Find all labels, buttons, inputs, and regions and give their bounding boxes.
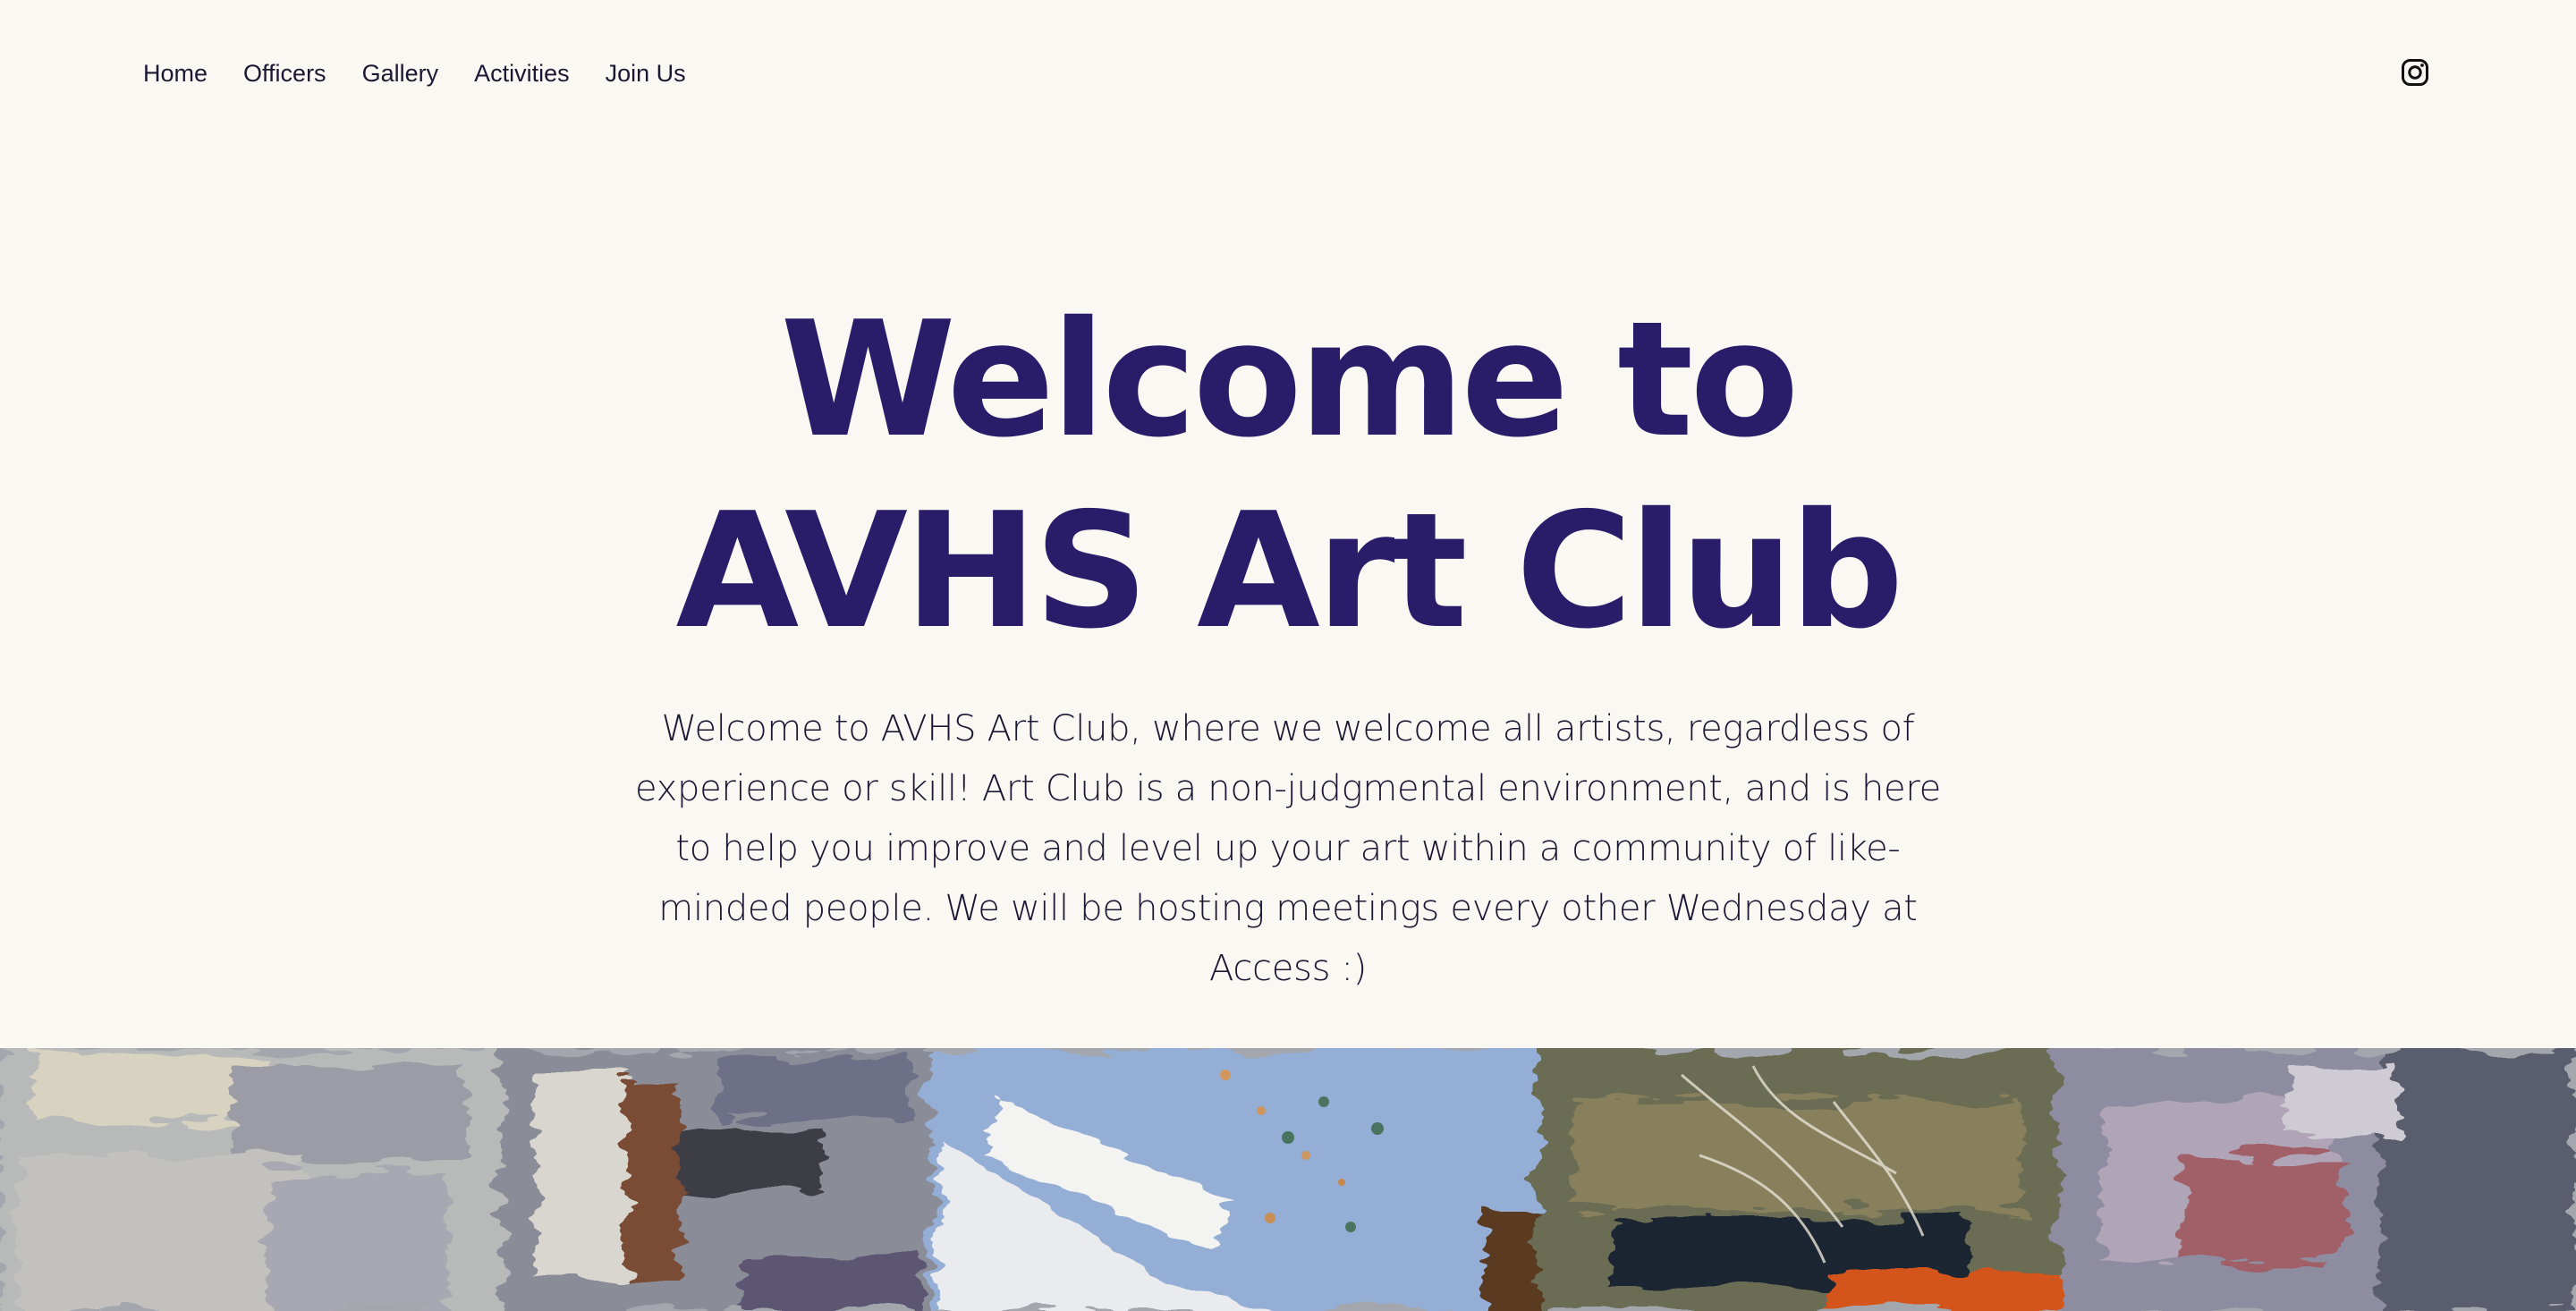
nav-join-us[interactable]: Join Us: [606, 60, 686, 88]
page-title-line-2: AVHS Art Club: [675, 478, 1904, 664]
nav-activities[interactable]: Activities: [474, 60, 570, 88]
instagram-icon[interactable]: [2401, 58, 2429, 87]
nav-gallery[interactable]: Gallery: [362, 60, 439, 88]
main-nav: Home Officers Gallery Activities Join Us: [143, 54, 686, 93]
nav-officers[interactable]: Officers: [243, 60, 326, 88]
welcome-description: Welcome to AVHS Art Club, where we welco…: [635, 708, 1941, 989]
page-title-line-1: Welcome to: [780, 287, 1799, 472]
nav-home[interactable]: Home: [143, 60, 208, 88]
page-title: Welcome to AVHS Art Club: [0, 284, 2576, 667]
hero-painting-image: [0, 1048, 2576, 1311]
